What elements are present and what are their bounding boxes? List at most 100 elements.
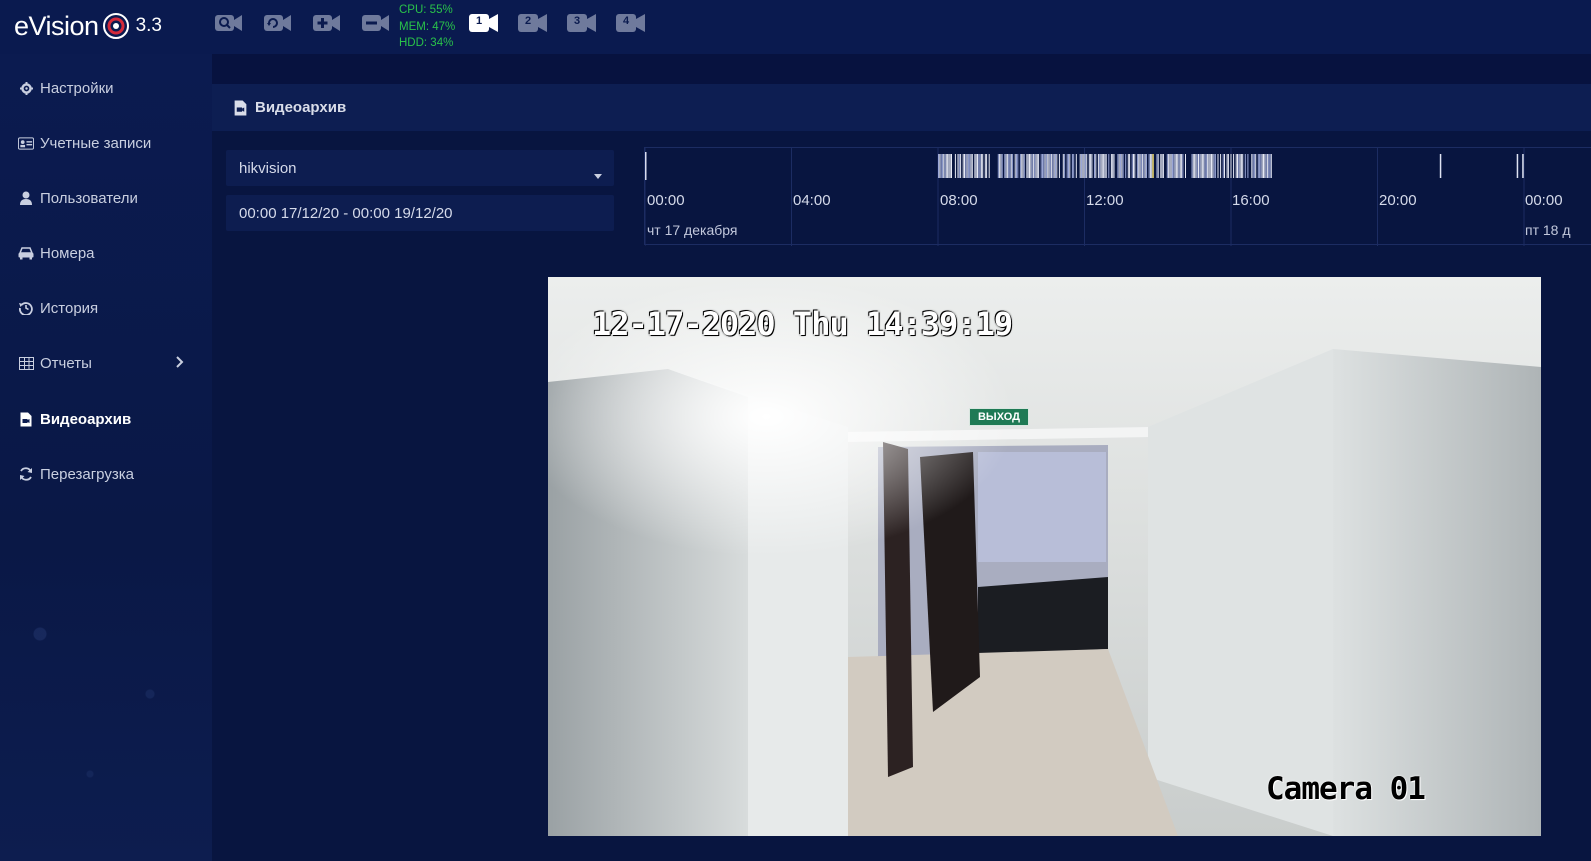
timeline-record-mark xyxy=(1204,154,1206,178)
timeline-record-mark xyxy=(1144,154,1146,178)
sidebar-item-history[interactable]: История xyxy=(0,288,198,328)
timeline-record-mark xyxy=(1259,154,1261,178)
timeline-record-mark xyxy=(1224,154,1225,178)
app-version: 3.3 xyxy=(135,15,162,36)
timeline-record-mark xyxy=(1040,154,1042,178)
timeline-record-mark xyxy=(1055,154,1056,178)
cpu-stat: CPU: 55% xyxy=(399,4,453,16)
timeline-tick: 16:00 xyxy=(1232,192,1270,209)
sidebar-item-reports[interactable]: Отчеты xyxy=(0,343,198,383)
timeline-record-mark xyxy=(938,154,939,178)
archive-timeline[interactable]: 00:00 04:00 08:00 12:00 16:00 20:00 00:0… xyxy=(644,147,1591,246)
timeline-record-mark xyxy=(1235,154,1237,178)
video-player[interactable]: ВЫХОД 12-17-2020 Thu 14:39:19 Camera 01 xyxy=(548,277,1541,836)
caret-down-icon xyxy=(594,166,602,183)
timeline-record-mark xyxy=(1049,154,1051,178)
table-icon xyxy=(18,355,34,371)
timeline-record-mark xyxy=(1075,154,1077,178)
timeline-tick: 00:00 xyxy=(1525,192,1563,209)
timeline-record-mark xyxy=(971,154,973,178)
video-osd-camera-name: Camera 01 xyxy=(1266,771,1426,807)
timeline-record-mark xyxy=(1212,154,1214,178)
mem-stat: MEM: 47% xyxy=(399,20,456,33)
timeline-record-mark xyxy=(1113,154,1115,178)
timeline-record-mark xyxy=(1071,154,1073,178)
sidebar-item-label: Номера xyxy=(40,244,95,262)
camera-search-icon[interactable] xyxy=(215,12,243,34)
camera-layout-1-label: 1 xyxy=(475,15,483,27)
camera-layout-1-button[interactable]: 1 xyxy=(469,12,499,34)
timeline-record-mark xyxy=(960,154,962,178)
timeline-record-mark xyxy=(1045,154,1047,178)
camera-add-icon[interactable] xyxy=(313,12,341,34)
timeline-record-mark xyxy=(1253,154,1255,178)
timeline-record-mark xyxy=(1172,154,1173,178)
camera-layout-4-button[interactable]: 4 xyxy=(616,12,646,34)
timeline-record-mark xyxy=(1168,154,1170,178)
timeline-record-mark xyxy=(1148,154,1150,178)
timeline-record-mark xyxy=(1108,154,1110,178)
timeline-record-mark xyxy=(986,154,988,178)
timeline-record-mark xyxy=(1081,154,1082,178)
timeline-record-mark xyxy=(1151,154,1153,178)
camera-layout-3-label: 3 xyxy=(573,15,581,27)
timeline-record-mark xyxy=(1233,154,1235,178)
timeline-record-mark xyxy=(1268,154,1270,178)
timeline-record-mark xyxy=(1226,154,1228,178)
timeline-record-mark xyxy=(966,154,968,178)
timeline-record-mark xyxy=(1090,154,1092,178)
timeline-record-mark xyxy=(1021,154,1023,178)
timeline-record-mark xyxy=(939,154,941,178)
timeline-record-mark xyxy=(1068,154,1069,178)
camera-layout-3-button[interactable]: 3 xyxy=(567,12,597,34)
sidebar-item-plates[interactable]: Номера xyxy=(0,233,198,273)
id-card-icon xyxy=(18,135,34,151)
timeline-record-mark xyxy=(1195,154,1197,178)
timeline-record-mark xyxy=(1051,154,1053,178)
date-range-field[interactable]: 00:00 17/12/20 - 00:00 19/12/20 xyxy=(226,195,614,231)
timeline-record-mark xyxy=(1000,154,1002,178)
timeline-tick: 08:00 xyxy=(940,192,978,209)
timeline-record-mark xyxy=(1097,154,1099,178)
sidebar-item-video-archive[interactable]: Видеоархив xyxy=(0,399,198,439)
timeline-record-mark xyxy=(1094,154,1095,178)
timeline-record-mark xyxy=(1044,154,1046,178)
timeline-record-mark xyxy=(1004,154,1006,178)
sidebar-item-settings[interactable]: Настройки xyxy=(0,68,198,108)
camera-layout-4-label: 4 xyxy=(622,15,630,27)
file-video-icon xyxy=(18,411,34,427)
timeline-record-mark xyxy=(1036,154,1038,178)
timeline-record-mark xyxy=(988,154,990,178)
camera-layout-2-label: 2 xyxy=(524,15,532,27)
timeline-record-mark xyxy=(1261,154,1263,178)
system-stats: CPU: 55% MEM: 47% HDD: 34% xyxy=(399,2,455,52)
timeline-record-mark xyxy=(1084,154,1086,178)
timeline-record-mark xyxy=(1196,154,1198,178)
camera-layout-2-button[interactable]: 2 xyxy=(518,12,548,34)
timeline-record-mark xyxy=(1100,154,1102,178)
timeline-record-mark xyxy=(1125,154,1127,178)
camera-refresh-icon[interactable] xyxy=(264,12,292,34)
timeline-record-mark xyxy=(1019,154,1021,178)
top-bar: eVision 3.3 CPU: 55% MEM: 47% HDD: 34% 1 xyxy=(0,0,1591,54)
timeline-record-mark xyxy=(957,154,959,178)
timeline-record-mark xyxy=(984,154,986,178)
sidebar-item-users[interactable]: Пользователи xyxy=(0,178,198,218)
timeline-record-mark xyxy=(1238,154,1240,178)
timeline-record-mark xyxy=(1209,154,1211,178)
timeline-record-mark xyxy=(1152,154,1154,178)
sidebar-item-reboot[interactable]: Перезагрузка xyxy=(0,454,198,494)
timeline-record-mark xyxy=(1069,154,1071,178)
sidebar-item-accounts[interactable]: Учетные записи xyxy=(0,123,198,163)
timeline-record-mark xyxy=(1035,154,1037,178)
timeline-record-mark xyxy=(1138,154,1140,178)
camera-select-value: hikvision xyxy=(239,159,297,177)
timeline-record-mark xyxy=(1194,154,1196,178)
timeline-record-mark xyxy=(1192,154,1194,178)
timeline-record-mark xyxy=(1031,154,1033,178)
camera-select[interactable]: hikvision xyxy=(226,150,614,186)
timeline-record-mark xyxy=(970,154,972,178)
page-title: Видеоархив xyxy=(255,99,347,116)
camera-off-icon[interactable] xyxy=(362,12,390,34)
timeline-record-mark xyxy=(1143,154,1145,178)
